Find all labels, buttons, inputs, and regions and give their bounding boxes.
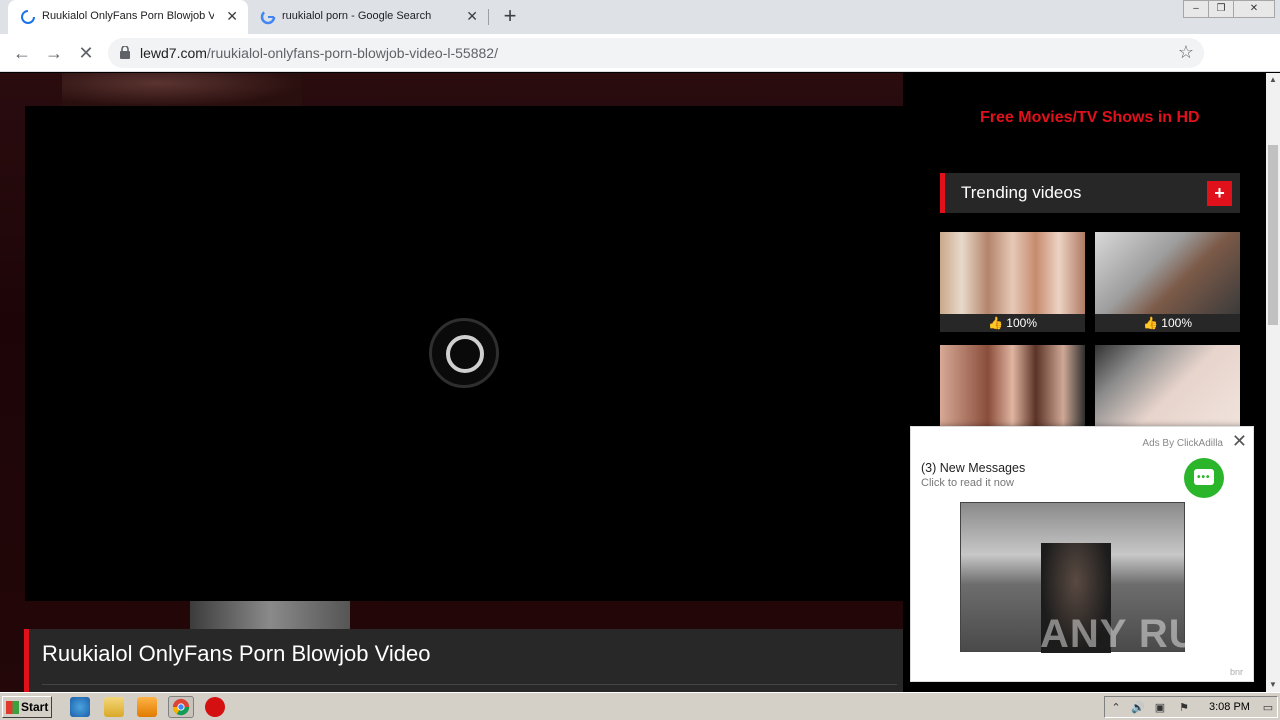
trending-expand-button[interactable]: + xyxy=(1207,181,1232,206)
video-thumbnail xyxy=(1095,345,1240,427)
media-player-icon[interactable] xyxy=(137,697,157,717)
tab-title: Ruukialol OnlyFans Porn Blowjob Vid xyxy=(42,10,214,22)
chrome-taskbar-button[interactable] xyxy=(168,696,194,718)
address-bar[interactable]: lewd7.com/ruukialol-onlyfans-porn-blowjo… xyxy=(108,38,1204,68)
trending-video-thumb[interactable]: 👍 100% xyxy=(1095,232,1240,332)
page-scrollbar[interactable]: ▲ ▼ xyxy=(1266,73,1280,692)
video-thumbnail xyxy=(940,232,1085,314)
new-tab-button[interactable]: + xyxy=(498,5,522,29)
thumbs-up-icon: 👍 xyxy=(1143,316,1158,330)
divider xyxy=(42,684,897,685)
bnr-label: bnr xyxy=(1229,667,1243,677)
taskbar: Start ⌃ 🔊 ▣ ⚑ 3:08 PM ▭ xyxy=(0,692,1280,720)
start-label: Start xyxy=(21,700,49,714)
browser-tab-strip: Ruukialol OnlyFans Porn Blowjob Vid ✕ ru… xyxy=(0,0,1280,34)
url-text: lewd7.com/ruukialol-onlyfans-porn-blowjo… xyxy=(140,45,498,61)
chat-bubble-icon[interactable]: ••• xyxy=(1184,458,1224,498)
video-title: Ruukialol OnlyFans Porn Blowjob Video xyxy=(42,641,431,666)
minimize-button[interactable]: – xyxy=(1183,0,1209,18)
ads-by-label: Ads By ClickAdilla xyxy=(1142,438,1223,449)
close-icon[interactable]: ✕ xyxy=(1232,431,1247,452)
windows-logo-icon xyxy=(6,701,19,714)
tab-google-search[interactable]: ruukialol porn - Google Search ✕ xyxy=(252,0,488,34)
volume-icon[interactable]: 🔊 xyxy=(1131,701,1145,715)
tab-title: ruukialol porn - Google Search xyxy=(282,10,432,22)
scrollbar-thumb[interactable] xyxy=(1268,145,1278,325)
trending-video-thumb[interactable]: 👍 100% xyxy=(940,232,1085,332)
url-host: lewd7.com xyxy=(140,45,207,61)
start-button[interactable]: Start xyxy=(2,696,52,718)
scroll-down-arrow-icon[interactable]: ▼ xyxy=(1266,678,1280,692)
ad-message[interactable]: (3) New Messages xyxy=(921,461,1025,475)
folder-icon[interactable] xyxy=(104,697,124,717)
browser-toolbar: ← → ✕ lewd7.com/ruukialol-onlyfans-porn-… xyxy=(0,34,1280,95)
bookmark-star-icon[interactable]: ☆ xyxy=(1178,42,1194,63)
opera-icon[interactable] xyxy=(205,697,225,717)
close-icon[interactable]: ✕ xyxy=(466,8,478,25)
loading-spinner-icon xyxy=(21,10,35,24)
rating-value: 100% xyxy=(1161,316,1192,330)
thumbs-up-icon: 👍 xyxy=(988,316,1003,330)
video-rating: 👍 100% xyxy=(940,314,1085,332)
anyrun-watermark: ANY RUN xyxy=(1040,612,1229,656)
google-icon xyxy=(260,9,276,25)
tab-separator xyxy=(488,9,489,25)
promo-link[interactable]: Free Movies/TV Shows in HD xyxy=(980,109,1200,127)
tab-active[interactable]: Ruukialol OnlyFans Porn Blowjob Vid ✕ xyxy=(8,0,248,34)
internet-explorer-icon[interactable] xyxy=(70,697,90,717)
rating-value: 100% xyxy=(1006,316,1037,330)
video-thumbnail xyxy=(940,345,1085,427)
action-center-flag-icon[interactable]: ⚑ xyxy=(1177,701,1191,715)
tray-expand-icon[interactable]: ⌃ xyxy=(1109,701,1123,715)
forward-arrow-icon[interactable]: → xyxy=(42,42,66,64)
ad-subtext[interactable]: Click to read it now xyxy=(921,477,1014,489)
lock-icon xyxy=(120,46,130,59)
network-icon[interactable]: ▣ xyxy=(1153,701,1167,715)
restore-button[interactable]: ❐ xyxy=(1208,0,1234,18)
system-tray: ⌃ 🔊 ▣ ⚑ 3:08 PM ▭ xyxy=(1104,696,1278,718)
show-desktop-icon[interactable]: ▭ xyxy=(1261,701,1275,715)
video-thumbnail xyxy=(1095,232,1240,314)
back-arrow-icon[interactable]: ← xyxy=(10,42,34,64)
video-title-bar: Ruukialol OnlyFans Porn Blowjob Video xyxy=(24,629,904,692)
video-player[interactable] xyxy=(25,106,903,601)
video-rating: 👍 100% xyxy=(1095,314,1240,332)
close-icon[interactable]: ✕ xyxy=(226,8,238,25)
stop-loading-icon[interactable]: ✕ xyxy=(74,42,98,64)
loading-spinner-icon xyxy=(429,318,499,388)
clock[interactable]: 3:08 PM xyxy=(1209,701,1250,713)
background-photo-top xyxy=(62,73,302,107)
chrome-icon xyxy=(172,698,190,716)
trending-header: Trending videos + xyxy=(940,173,1240,213)
trending-heading: Trending videos xyxy=(961,183,1082,202)
window-close-button[interactable]: ✕ xyxy=(1233,0,1275,18)
url-path: /ruukialol-onlyfans-porn-blowjob-video-l… xyxy=(206,45,498,61)
scroll-up-arrow-icon[interactable]: ▲ xyxy=(1266,73,1280,87)
